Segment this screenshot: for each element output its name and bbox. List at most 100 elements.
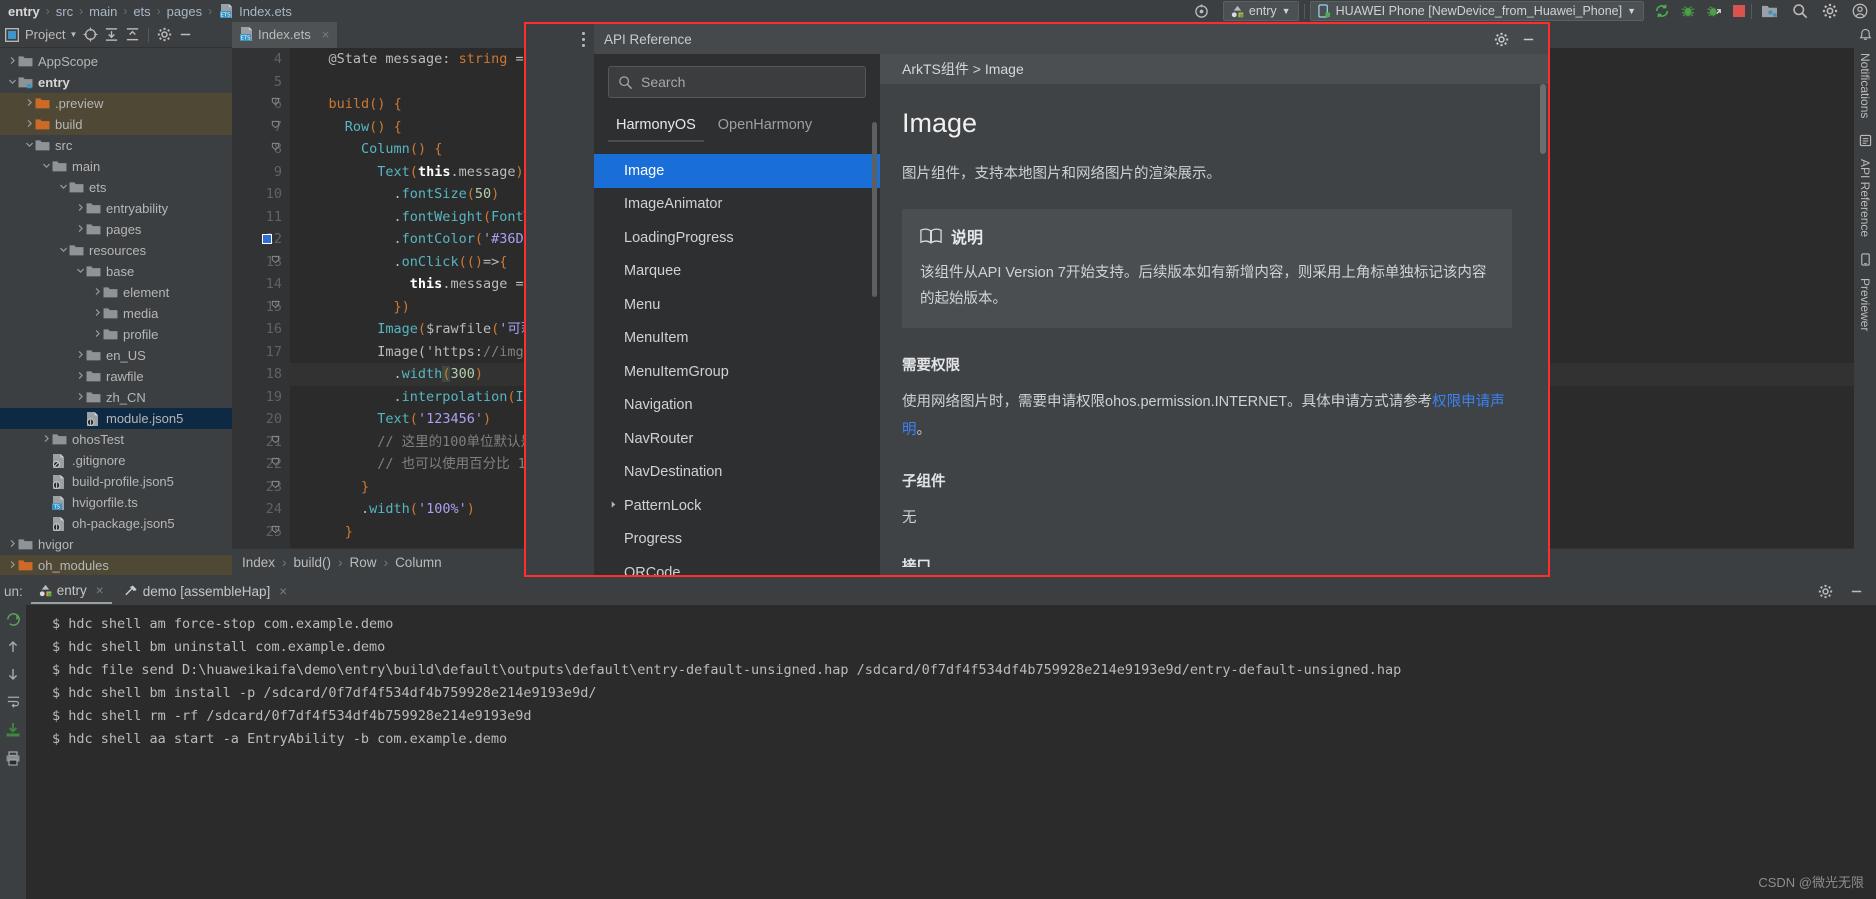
scroll-up-icon[interactable] — [6, 640, 20, 654]
soft-wrap-icon[interactable] — [6, 694, 21, 709]
chevron-right-icon[interactable] — [91, 308, 103, 319]
chevron-right-icon[interactable] — [74, 350, 86, 361]
tree-item-src[interactable]: src — [0, 135, 232, 156]
tree-item-oh-package-json5[interactable]: oh-package.json5 — [0, 513, 232, 534]
device-selector[interactable]: HUAWEI Phone [NewDevice_from_Huawei_Phon… — [1309, 1, 1644, 21]
code-fold-marker[interactable] — [271, 476, 280, 499]
debug-icon[interactable] — [1680, 3, 1696, 19]
editor-tab-index-ets[interactable]: ETS Index.ets × — [232, 22, 338, 48]
more-vertical-icon[interactable] — [581, 31, 586, 48]
chevron-right-icon[interactable] — [40, 434, 52, 445]
run-tab-demo-assemblehap[interactable]: demo [assembleHap] × — [116, 578, 295, 604]
breakpoint-marker[interactable] — [262, 234, 272, 244]
tree-item-ets[interactable]: ets — [0, 177, 232, 198]
right-tab-notifications[interactable]: Notifications — [1856, 45, 1874, 126]
gear-icon[interactable] — [1818, 584, 1833, 599]
gear-icon[interactable] — [157, 27, 172, 42]
device-manager-icon[interactable] — [1761, 4, 1778, 19]
collapse-all-icon[interactable] — [125, 27, 140, 42]
project-title[interactable]: Project — [25, 27, 65, 42]
run-configuration-selector[interactable]: entry ▼ — [1222, 1, 1299, 21]
structure-crumb-0[interactable]: Index — [242, 555, 275, 570]
breadcrumb-item-2[interactable]: main — [87, 4, 119, 19]
breadcrumb-item-3[interactable]: ets — [131, 4, 152, 19]
api-list-item-menu[interactable]: Menu — [594, 288, 880, 322]
stop-icon[interactable] — [1732, 4, 1746, 18]
locate-icon[interactable] — [83, 27, 98, 42]
tree-item-entryability[interactable]: entryability — [0, 198, 232, 219]
settings-sync-icon[interactable] — [1194, 3, 1209, 19]
tree-item--preview[interactable]: .preview — [0, 93, 232, 114]
rerun-icon[interactable] — [6, 612, 21, 627]
code-fold-marker[interactable] — [271, 521, 280, 544]
tree-item-build[interactable]: build — [0, 114, 232, 135]
code-fold-marker[interactable] — [271, 296, 280, 319]
chevron-right-icon[interactable] — [6, 56, 18, 67]
tree-item-pages[interactable]: pages — [0, 219, 232, 240]
api-doc-pane[interactable]: ArkTS组件 > Image Image 图片组件，支持本地图片和网络图片的渲… — [880, 54, 1548, 575]
api-list-item-navigation[interactable]: Navigation — [594, 389, 880, 423]
previewer-icon[interactable] — [1859, 253, 1872, 267]
chevron-down-icon[interactable]: ▼ — [69, 30, 77, 39]
editor-gutter[interactable]: 4 5 6 7 8 9 10 11 12 13 14 15 16 17 18 19 20 21 22 23 24 25 — [232, 48, 290, 548]
api-list-item-progress[interactable]: Progress — [594, 523, 880, 557]
account-icon[interactable] — [1852, 3, 1868, 19]
api-list-item-menuitemgroup[interactable]: MenuItemGroup — [594, 355, 880, 389]
debug-attach-icon[interactable] — [1706, 3, 1722, 19]
api-list-item-loadingprogress[interactable]: LoadingProgress — [594, 221, 880, 255]
chevron-down-icon[interactable] — [23, 140, 35, 151]
chevron-right-icon[interactable] — [74, 203, 86, 214]
api-search-box[interactable]: Search — [608, 66, 866, 98]
run-console-output[interactable]: $ hdc shell am force-stop com.example.de… — [26, 605, 1876, 899]
tree-item-build-profile-json5[interactable]: build-profile.json5 — [0, 471, 232, 492]
api-list-item-menuitem[interactable]: MenuItem — [594, 322, 880, 356]
chevron-down-icon[interactable] — [6, 77, 18, 88]
sync-icon[interactable] — [1654, 3, 1670, 19]
api-tab-openharmony[interactable]: OpenHarmony — [710, 114, 820, 142]
project-tree[interactable]: AppScope entry .preview build src main ets entr… — [0, 48, 232, 575]
tree-item-module-json5[interactable]: module.json5 — [0, 408, 232, 429]
chevron-right-icon[interactable] — [91, 329, 103, 340]
tree-item-hvigorfile-ts[interactable]: TS hvigorfile.ts — [0, 492, 232, 513]
breadcrumb-item-4[interactable]: pages — [165, 4, 204, 19]
chevron-down-icon[interactable] — [57, 245, 69, 256]
tree-item-oh-modules[interactable]: oh_modules — [0, 555, 232, 575]
tree-item-element[interactable]: element — [0, 282, 232, 303]
chevron-down-icon[interactable] — [40, 161, 52, 172]
tree-item-base[interactable]: base — [0, 261, 232, 282]
minimize-icon[interactable] — [178, 27, 193, 42]
gear-icon[interactable] — [1488, 32, 1515, 47]
tree-item-hvigor[interactable]: hvigor — [0, 534, 232, 555]
tree-item-entry[interactable]: entry — [0, 72, 232, 93]
right-tab-previewer[interactable]: Previewer — [1856, 270, 1874, 339]
close-icon[interactable]: × — [96, 583, 104, 598]
api-doc-scrollbar[interactable] — [1540, 84, 1546, 154]
api-panel-grip[interactable] — [526, 24, 594, 54]
run-tab-entry[interactable]: entry × — [30, 578, 112, 604]
api-list-item-marquee[interactable]: Marquee — [594, 255, 880, 289]
close-icon[interactable]: × — [322, 27, 330, 42]
tree-item-en-us[interactable]: en_US — [0, 345, 232, 366]
search-icon[interactable] — [1792, 3, 1808, 19]
minimize-icon[interactable] — [1515, 32, 1542, 47]
tree-item-media[interactable]: media — [0, 303, 232, 324]
tree-item-resources[interactable]: resources — [0, 240, 232, 261]
api-list-item-qrcode[interactable]: QRCode — [594, 556, 880, 575]
chevron-down-icon[interactable] — [74, 266, 86, 277]
api-component-list[interactable]: Image ImageAnimator LoadingProgress Marquee… — [594, 150, 880, 575]
minimize-icon[interactable] — [1849, 584, 1864, 599]
code-fold-marker[interactable] — [271, 431, 280, 454]
chevron-right-icon[interactable] — [609, 500, 618, 511]
api-tab-harmonyos[interactable]: HarmonyOS — [608, 114, 704, 142]
tree-item-profile[interactable]: profile — [0, 324, 232, 345]
chevron-right-icon[interactable] — [74, 371, 86, 382]
structure-crumb-1[interactable]: build() — [294, 555, 332, 570]
chevron-right-icon[interactable] — [23, 98, 35, 109]
api-list-item-patternlock[interactable]: PatternLock — [594, 489, 880, 523]
code-fold-marker[interactable] — [271, 251, 280, 274]
tree-item-appscope[interactable]: AppScope — [0, 51, 232, 72]
structure-crumb-3[interactable]: Column — [395, 555, 442, 570]
chevron-right-icon[interactable] — [74, 392, 86, 403]
expand-all-icon[interactable] — [104, 27, 119, 42]
api-list-item-navdestination[interactable]: NavDestination — [594, 456, 880, 490]
